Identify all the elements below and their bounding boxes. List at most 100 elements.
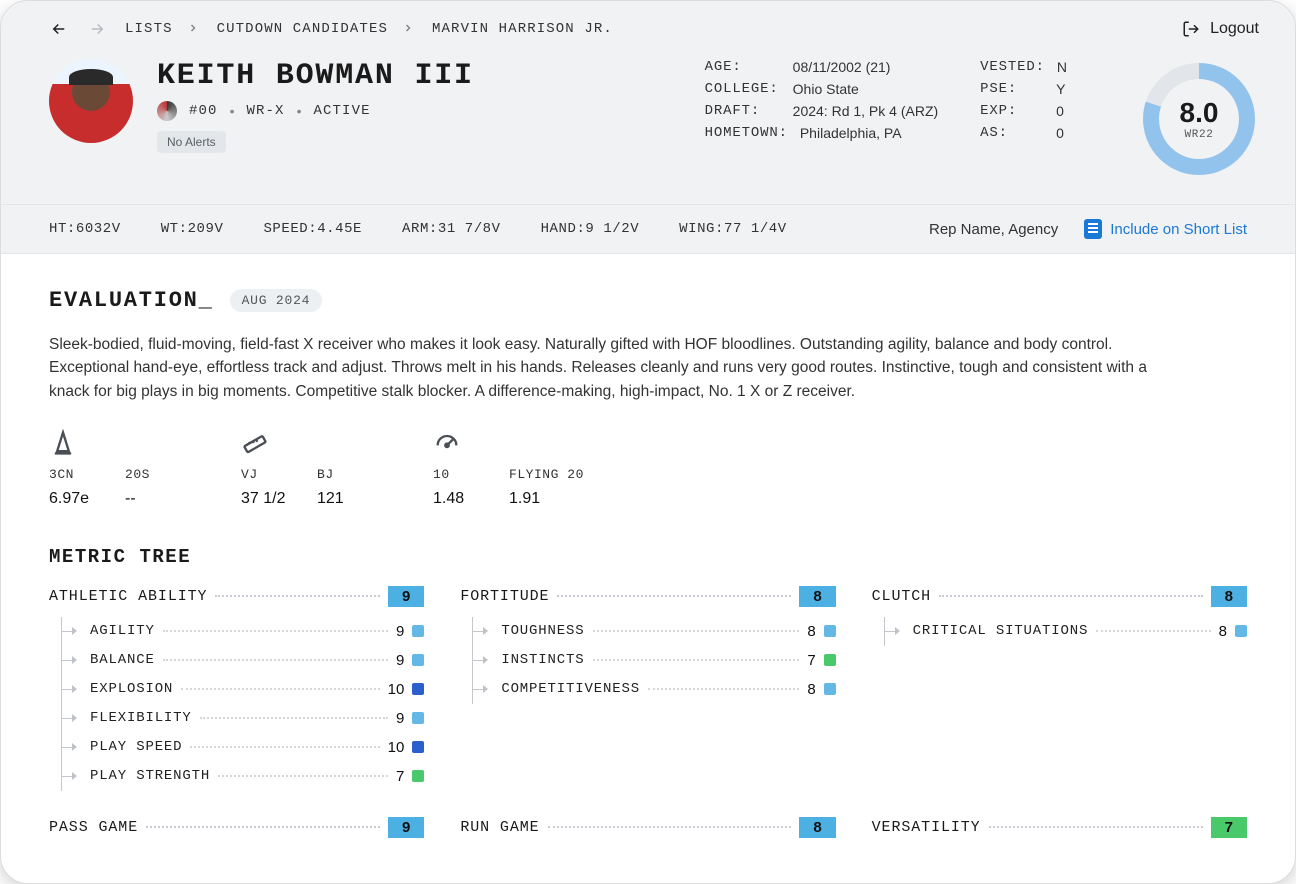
- val-bj: 121: [317, 490, 369, 508]
- metric-row-score: 7: [396, 768, 404, 785]
- gauge-sub: WR22: [1184, 129, 1213, 141]
- lbl-bj: BJ: [317, 467, 369, 482]
- mt-label: RUN GAME: [460, 819, 539, 836]
- measurables-bar: HT:6032v WT:209v SPEED:4.45e ARM:31 7/8v…: [1, 204, 1295, 254]
- metric-row-label: TOUGHNESS: [501, 623, 584, 639]
- evaluation-title: EVALUATION_: [49, 288, 214, 313]
- clipboard-icon: [1084, 219, 1102, 239]
- evaluation-date: AUG 2024: [230, 289, 323, 312]
- evaluation-text: Sleek-bodied, fluid-moving, field-fast X…: [49, 333, 1169, 403]
- logout-label: Logout: [1210, 20, 1259, 38]
- metric-row-label: PLAY SPEED: [90, 739, 182, 755]
- mt-label: PASS GAME: [49, 819, 138, 836]
- score-swatch: [412, 712, 424, 724]
- breadcrumb-cutdown[interactable]: CUTDOWN CANDIDATES: [217, 21, 388, 37]
- value-exp: 0: [1056, 103, 1064, 119]
- metric-row-label: CRITICAL SITUATIONS: [913, 623, 1089, 639]
- metric-row: PLAY SPEED 10: [62, 733, 424, 762]
- logout-button[interactable]: Logout: [1182, 20, 1259, 38]
- player-status: ACTIVE: [313, 103, 370, 119]
- label-draft: DRAFT:: [705, 103, 781, 119]
- metric-row: BALANCE9: [62, 646, 424, 675]
- label-pse: PSE:: [980, 81, 1044, 97]
- score-swatch: [824, 625, 836, 637]
- label-exp: EXP:: [980, 103, 1044, 119]
- metric-row: TOUGHNESS 8: [473, 617, 835, 646]
- metric-row: EXPLOSION 10: [62, 675, 424, 704]
- profile-header: KEITH BOWMAN III #00 • WR-X • ACTIVE No …: [1, 53, 1295, 204]
- avatar: [49, 59, 133, 143]
- metric-tree: ATHLETIC ABILITY 9 AGILITY9BALANCE9EXPLO…: [49, 586, 1247, 838]
- val-vj: 37 1/2: [241, 490, 293, 508]
- name-block: KEITH BOWMAN III #00 • WR-X • ACTIVE No …: [157, 59, 474, 153]
- mt-score: 7: [1211, 817, 1247, 838]
- label-as: AS:: [980, 125, 1044, 141]
- label-hometown: HOMETOWN:: [705, 125, 788, 141]
- score-swatch: [412, 770, 424, 782]
- combine-stats: 3CN20S 6.97e-- VJBJ 37 1/2121 10FLYING 2…: [49, 429, 1247, 508]
- mt-passgame: PASS GAME 9: [49, 817, 424, 838]
- score-swatch: [1235, 625, 1247, 637]
- mt-label: FORTITUDE: [460, 588, 549, 605]
- mt-athletic: ATHLETIC ABILITY 9 AGILITY9BALANCE9EXPLO…: [49, 586, 424, 791]
- breadcrumb-current: MARVIN HARRISON JR.: [432, 21, 613, 37]
- mt-label: ATHLETIC ABILITY: [49, 588, 207, 605]
- meas-hand: HAND:9 1/2v: [541, 221, 640, 237]
- metric-row-label: PLAY STRENGTH: [90, 768, 210, 784]
- lbl-10: 10: [433, 467, 485, 482]
- score-swatch: [412, 741, 424, 753]
- value-hometown: Philadelphia, PA: [800, 125, 902, 141]
- metric-row: FLEXIBILITY 9: [62, 704, 424, 733]
- meas-wt: WT:209v: [161, 221, 224, 237]
- logout-icon: [1182, 20, 1200, 38]
- label-age: AGE:: [705, 59, 781, 75]
- metric-row-label: FLEXIBILITY: [90, 710, 192, 726]
- metric-row-score: 8: [807, 623, 815, 640]
- metric-row-score: 10: [388, 681, 405, 698]
- score-swatch: [412, 625, 424, 637]
- meas-ht: HT:6032v: [49, 221, 121, 237]
- metric-row-score: 9: [396, 623, 404, 640]
- app-window: LISTS CUTDOWN CANDIDATES MARVIN HARRISON…: [0, 0, 1296, 884]
- score-swatch: [824, 654, 836, 666]
- label-college: COLLEGE:: [705, 81, 781, 97]
- mt-clutch: CLUTCH 8 CRITICAL SITUATIONS8: [872, 586, 1247, 791]
- chevron-right-icon: [402, 21, 414, 37]
- label-vested: VESTED:: [980, 59, 1045, 75]
- metric-row: CRITICAL SITUATIONS8: [885, 617, 1247, 646]
- value-pse: Y: [1056, 81, 1065, 97]
- value-draft: 2024: Rd 1, Pk 4 (ARZ): [793, 103, 939, 119]
- include-shortlist-button[interactable]: Include on Short List: [1084, 219, 1247, 239]
- nav-forward-icon: [87, 19, 107, 39]
- mt-fortitude: FORTITUDE 8 TOUGHNESS 8 INSTINCTS 7 COMPETIT…: [460, 586, 835, 791]
- value-college: Ohio State: [793, 81, 859, 97]
- breadcrumb-lists[interactable]: LISTS: [125, 21, 173, 37]
- speedometer-icon: [433, 429, 461, 457]
- metric-tree-title: METRIC TREE: [49, 546, 1247, 568]
- mt-score: 8: [799, 817, 835, 838]
- lbl-flying20: FLYING 20: [509, 467, 589, 482]
- metric-row-score: 10: [388, 739, 405, 756]
- nav-back-icon[interactable]: [49, 19, 69, 39]
- score-swatch: [824, 683, 836, 695]
- metric-row: AGILITY 9: [62, 617, 424, 646]
- metric-row-label: EXPLOSION: [90, 681, 173, 697]
- metric-row: PLAY STRENGTH 7: [62, 762, 424, 791]
- metric-row-label: AGILITY: [90, 623, 155, 639]
- score-swatch: [412, 654, 424, 666]
- metric-row-score: 7: [807, 652, 815, 669]
- shortlist-label: Include on Short List: [1110, 221, 1247, 238]
- metric-row-label: INSTINCTS: [501, 652, 584, 668]
- metric-row-score: 8: [807, 681, 815, 698]
- metric-row-score: 9: [396, 710, 404, 727]
- metric-row: COMPETITIVENESS8: [473, 675, 835, 704]
- mt-label: CLUTCH: [872, 588, 931, 605]
- mt-score: 9: [388, 817, 424, 838]
- val-flying20: 1.91: [509, 490, 589, 508]
- meas-wing: WING:77 1/4v: [679, 221, 787, 237]
- lbl-20s: 20S: [125, 467, 177, 482]
- value-as: 0: [1056, 125, 1064, 141]
- score-swatch: [412, 683, 424, 695]
- lbl-vj: VJ: [241, 467, 293, 482]
- chevron-right-icon: [187, 21, 199, 37]
